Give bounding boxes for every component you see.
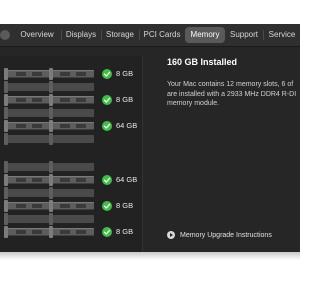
window-shadow	[0, 252, 300, 260]
memory-slot	[4, 226, 94, 238]
tab-displays[interactable]: Displays	[62, 27, 100, 43]
installed-memory-title: 160 GB Installed	[167, 57, 238, 67]
tab-bar: Overview Displays Storage PCI Cards Memo…	[0, 24, 300, 47]
memory-slot	[4, 68, 94, 80]
checkmark-circle-icon	[102, 201, 112, 211]
panel-divider	[142, 56, 143, 252]
memory-slot-empty	[4, 187, 94, 199]
memory-slot-empty	[4, 161, 94, 173]
memory-slot-empty	[4, 107, 94, 119]
tab-memory[interactable]: Memory	[185, 27, 225, 43]
about-this-mac-window: Overview Displays Storage PCI Cards Memo…	[0, 24, 300, 252]
arrow-circle-icon	[167, 231, 175, 239]
memory-slot-empty	[4, 81, 94, 93]
checkmark-circle-icon	[102, 121, 112, 131]
slot-size-label: 8 GB	[116, 69, 134, 78]
checkmark-circle-icon	[102, 95, 112, 105]
memory-slot	[4, 120, 94, 132]
tab-support[interactable]: Support	[226, 27, 262, 43]
description-line: Your Mac contains 12 memory slots, 6 of	[167, 81, 294, 88]
memory-description: Your Mac contains 12 memory slots, 6 of …	[167, 80, 300, 109]
description-line: memory module.	[167, 100, 220, 107]
memory-slot	[4, 200, 94, 212]
checkmark-circle-icon	[102, 69, 112, 79]
slot-size-label: 8 GB	[116, 227, 134, 236]
memory-slot	[4, 94, 94, 106]
tab-service[interactable]: Service	[264, 27, 300, 43]
checkmark-circle-icon	[102, 175, 112, 185]
slot-size-label: 64 GB	[116, 175, 138, 184]
tab-pci-cards[interactable]: PCI Cards	[140, 27, 184, 43]
tab-overview[interactable]: Overview	[14, 27, 60, 43]
slot-size-label: 8 GB	[116, 201, 134, 210]
memory-slots-panel: 8 GB 8 GB 64 GB 64 GB 8 GB 8 GB	[0, 56, 142, 252]
tab-storage[interactable]: Storage	[102, 27, 138, 43]
checkmark-circle-icon	[102, 227, 112, 237]
slot-size-label: 8 GB	[116, 95, 134, 104]
window-control-icon[interactable]	[0, 30, 10, 40]
memory-slot-empty	[4, 213, 94, 225]
memory-slot-empty	[4, 133, 94, 145]
memory-upgrade-label: Memory Upgrade Instructions	[180, 231, 272, 239]
slot-size-label: 64 GB	[116, 121, 138, 130]
memory-slot	[4, 174, 94, 186]
description-line: are installed with a 2933 MHz DDR4 R-DI	[167, 90, 297, 98]
memory-upgrade-link[interactable]: Memory Upgrade Instructions	[167, 229, 272, 241]
